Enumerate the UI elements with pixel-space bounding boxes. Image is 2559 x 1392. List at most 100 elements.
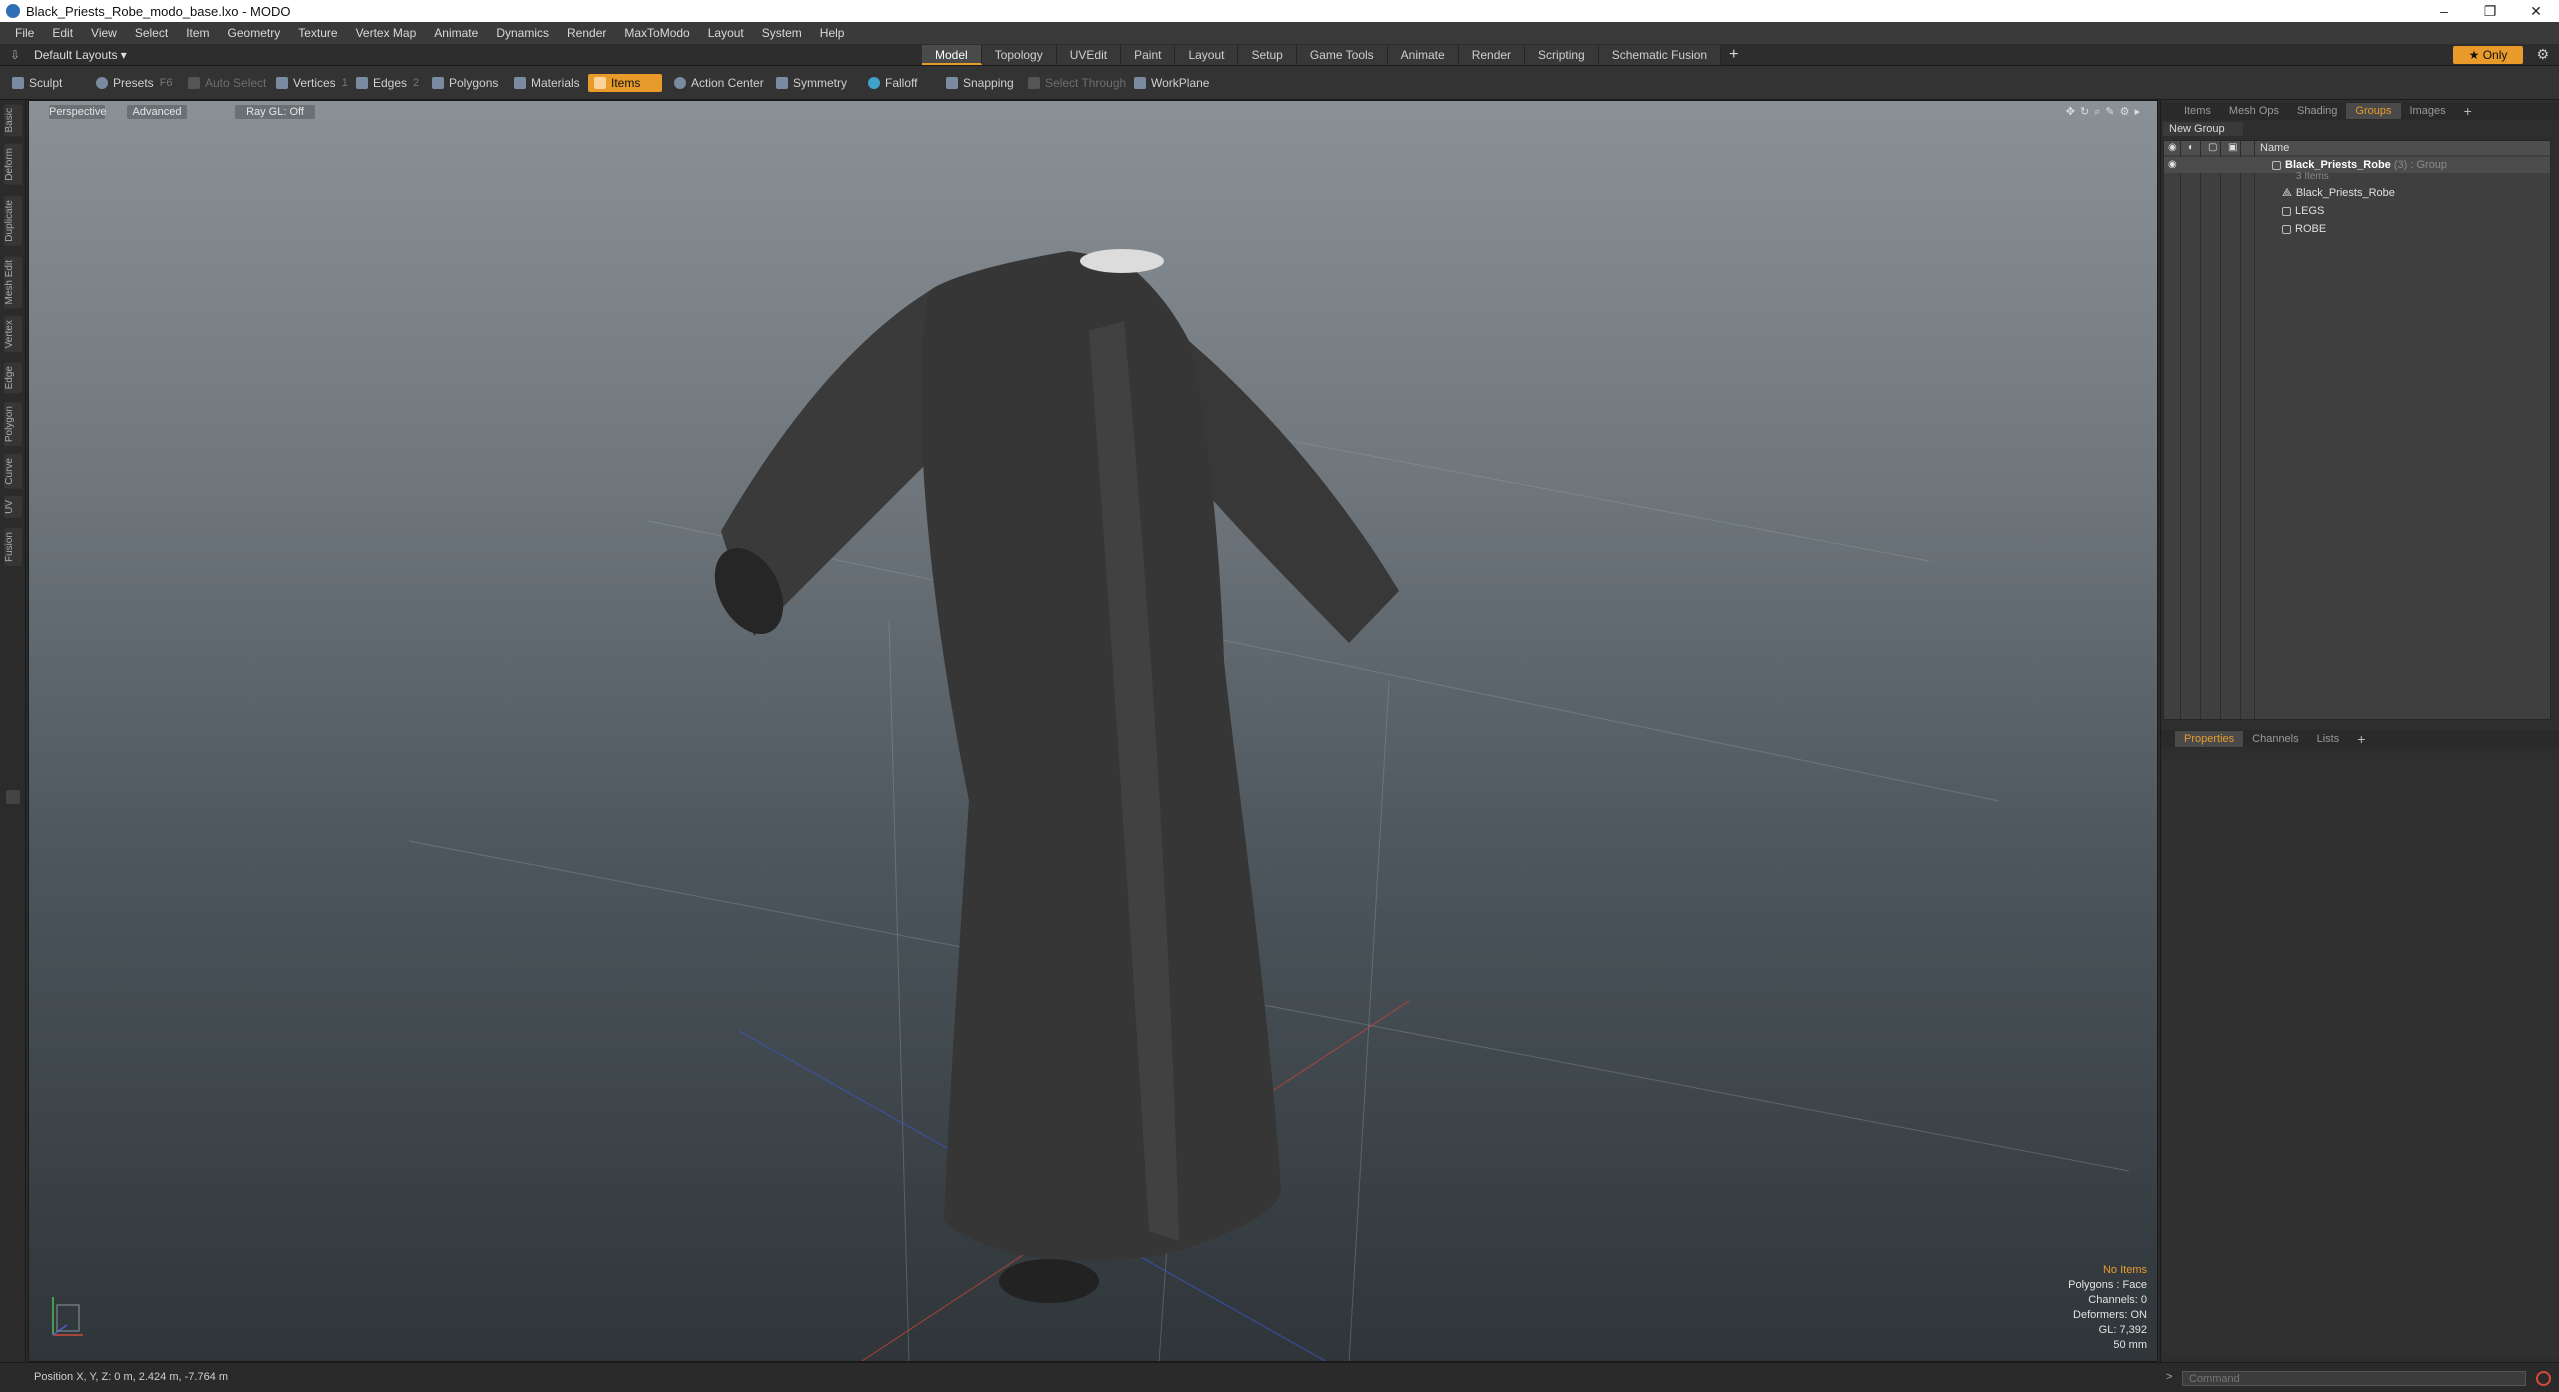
tab-properties[interactable]: Properties <box>2175 731 2244 747</box>
view-mode-button[interactable]: Perspective <box>49 105 106 119</box>
sculpt-icon <box>12 77 24 89</box>
render-icon[interactable]: ◐ <box>2188 142 2194 153</box>
presets-button[interactable]: Presets F6 <box>90 74 179 92</box>
viewport-info-overlay: No Items Polygons : Face Channels: 0 Def… <box>2068 1263 2147 1353</box>
group-row-child[interactable]: ROBE <box>2164 221 2550 237</box>
visibility-eye-icon[interactable]: ◉ <box>2168 142 2177 153</box>
close-button[interactable]: ✕ <box>2513 0 2559 22</box>
tab-items[interactable]: Items <box>2175 103 2220 119</box>
tab-groups[interactable]: Groups <box>2346 103 2401 119</box>
snapping-icon <box>946 77 958 89</box>
left-tab-vertex[interactable]: Vertex <box>4 316 22 353</box>
properties-panel <box>2163 760 2558 1356</box>
items-icon <box>594 77 606 89</box>
viewport-nav-icons[interactable]: ✥↻⌕✎⚙▸ <box>2066 105 2145 119</box>
tab-layout[interactable]: Layout <box>1175 45 1239 65</box>
menu-geometry[interactable]: Geometry <box>219 26 290 40</box>
menu-file[interactable]: File <box>6 26 43 40</box>
menu-edit[interactable]: Edit <box>43 26 82 40</box>
tab-schematic-fusion[interactable]: Schematic Fusion <box>1598 45 1722 65</box>
polygons-button[interactable]: Polygons <box>426 74 504 92</box>
tab-images[interactable]: Images <box>2401 103 2455 119</box>
expand-handle-icon[interactable] <box>6 790 20 804</box>
items-button[interactable]: Items <box>588 74 662 92</box>
group-root-count: (3) <box>2393 159 2408 171</box>
tab-game-tools[interactable]: Game Tools <box>1296 45 1388 65</box>
mesh-icon: ⟁ <box>2282 187 2292 199</box>
edges-button[interactable]: Edges 2 <box>350 74 425 92</box>
menu-view[interactable]: View <box>82 26 126 40</box>
symmetry-icon <box>776 77 788 89</box>
raygl-toggle-button[interactable]: Ray GL: Off <box>235 105 315 119</box>
tab-shading[interactable]: Shading <box>2288 103 2346 119</box>
minimize-button[interactable]: – <box>2421 0 2467 22</box>
auto-select-button[interactable]: Auto Select <box>182 74 272 92</box>
menu-dynamics[interactable]: Dynamics <box>487 26 558 40</box>
gear-icon[interactable]: ⚙ <box>2536 46 2549 63</box>
viewport-header: Perspective Advanced Ray GL: Off ✥↻⌕✎⚙▸ <box>29 101 2157 121</box>
sculpt-button[interactable]: Sculpt <box>6 74 68 92</box>
menu-layout[interactable]: Layout <box>699 26 753 40</box>
robe-model[interactable] <box>701 249 1399 1303</box>
left-tab-basic[interactable]: Basic <box>4 104 22 137</box>
left-tab-fusion[interactable]: Fusion <box>4 528 22 567</box>
command-input[interactable] <box>2182 1371 2526 1386</box>
vertices-button[interactable]: Vertices 1 <box>270 74 354 92</box>
menu-bar: File Edit View Select Item Geometry Text… <box>0 22 2559 44</box>
materials-button[interactable]: Materials <box>508 74 586 92</box>
left-tab-uv[interactable]: UV <box>4 496 22 518</box>
3d-viewport[interactable]: Perspective Advanced Ray GL: Off ✥↻⌕✎⚙▸ … <box>28 100 2158 1362</box>
tab-uvedit[interactable]: UVEdit <box>1056 45 1122 65</box>
new-group-button[interactable]: New Group <box>2163 122 2243 136</box>
menu-render[interactable]: Render <box>558 26 615 40</box>
tab-render[interactable]: Render <box>1458 45 1526 65</box>
tab-topology[interactable]: Topology <box>981 45 1057 65</box>
add-panel-tab-icon[interactable]: + <box>2348 731 2374 747</box>
lock-icon[interactable]: ▢ <box>2208 142 2217 153</box>
tab-lists[interactable]: Lists <box>2308 731 2349 747</box>
command-arrow-icon: > <box>2166 1371 2173 1383</box>
menu-vertex-map[interactable]: Vertex Map <box>347 26 426 40</box>
add-tab-icon[interactable]: + <box>1721 45 1746 65</box>
left-tab-polygon[interactable]: Polygon <box>4 402 22 447</box>
group-row-child[interactable]: LEGS <box>2164 203 2550 219</box>
tab-paint[interactable]: Paint <box>1121 45 1176 65</box>
robe-collar <box>1080 249 1164 273</box>
command-history-icon[interactable] <box>2536 1371 2551 1386</box>
child-name: Black_Priests_Robe <box>2295 187 2395 199</box>
menu-system[interactable]: System <box>753 26 811 40</box>
left-tab-deform[interactable]: Deform <box>4 144 22 185</box>
menu-help[interactable]: Help <box>811 26 854 40</box>
left-tab-duplicate[interactable]: Duplicate <box>4 196 22 246</box>
left-tab-curve[interactable]: Curve <box>4 454 22 489</box>
group-root-subinfo-row: 3 Items <box>2164 171 2550 183</box>
menu-animate[interactable]: Animate <box>425 26 487 40</box>
tab-model[interactable]: Model <box>922 45 982 65</box>
menu-select[interactable]: Select <box>126 26 177 40</box>
group-row-child[interactable]: ⟁ Black_Priests_Robe <box>2164 185 2550 201</box>
tab-mesh-ops[interactable]: Mesh Ops <box>2220 103 2288 119</box>
layouts-dropdown[interactable]: ⇩ Default Layouts ▾ <box>10 47 127 63</box>
left-tab-edge[interactable]: Edge <box>4 362 22 394</box>
name-column-header[interactable]: Name <box>2260 141 2289 155</box>
tab-scripting[interactable]: Scripting <box>1525 45 1599 65</box>
falloff-button[interactable]: Falloff <box>862 74 923 92</box>
tab-setup[interactable]: Setup <box>1238 45 1297 65</box>
menu-item[interactable]: Item <box>177 26 218 40</box>
select-icon[interactable]: ▣ <box>2228 142 2237 153</box>
menu-texture[interactable]: Texture <box>289 26 346 40</box>
snapping-button[interactable]: Snapping <box>940 74 1020 92</box>
workplane-button[interactable]: WorkPlane <box>1128 74 1215 92</box>
only-toggle-button[interactable]: ★ Only <box>2453 46 2523 64</box>
select-through-button[interactable]: Select Through <box>1022 74 1132 92</box>
maximize-button[interactable]: ❐ <box>2467 0 2513 22</box>
shading-mode-button[interactable]: Advanced <box>127 105 187 119</box>
symmetry-button[interactable]: Symmetry <box>770 74 853 92</box>
group-icon <box>2282 206 2291 216</box>
action-center-button[interactable]: Action Center <box>668 74 770 92</box>
left-tab-mesh-edit[interactable]: Mesh Edit <box>4 256 22 309</box>
tab-animate[interactable]: Animate <box>1387 45 1459 65</box>
menu-maxtomodo[interactable]: MaxToModo <box>615 26 698 40</box>
tab-channels[interactable]: Channels <box>2243 731 2307 747</box>
add-panel-tab-icon[interactable]: + <box>2455 103 2481 119</box>
